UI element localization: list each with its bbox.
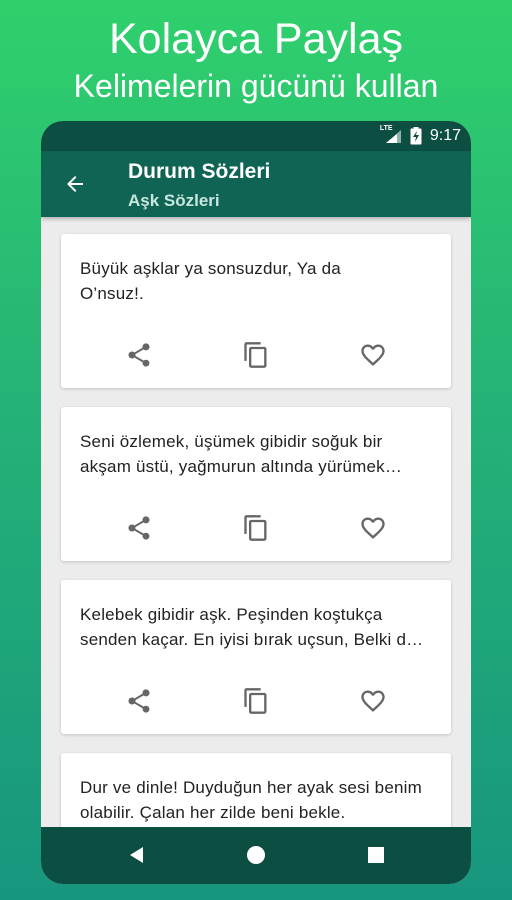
share-icon[interactable]: [125, 687, 153, 715]
copy-icon[interactable]: [242, 341, 270, 369]
card-actions: [61, 514, 451, 542]
quote-text: Dur ve dinle! Duyduğun her ayak sesi ben…: [80, 778, 422, 822]
back-arrow-icon[interactable]: [63, 172, 87, 196]
promo-subtitle: Kelimelerin gücünü kullan: [73, 68, 439, 104]
quote-card[interactable]: Dur ve dinle! Duyduğun her ayak sesi ben…: [61, 753, 451, 827]
navigation-bar: [41, 827, 471, 884]
share-icon[interactable]: [125, 341, 153, 369]
nav-back-icon[interactable]: [126, 844, 148, 866]
card-actions: [61, 687, 451, 715]
copy-icon[interactable]: [242, 514, 270, 542]
nav-home-icon[interactable]: [245, 844, 267, 866]
lte-signal-icon: LTE: [380, 125, 402, 144]
card-actions: [61, 341, 451, 369]
favorite-icon[interactable]: [359, 687, 387, 715]
favorite-icon[interactable]: [359, 514, 387, 542]
share-icon[interactable]: [125, 514, 153, 542]
clock: 9:17: [429, 127, 461, 144]
status-bar: LTE 9:17: [41, 121, 471, 151]
quote-list[interactable]: Büyük aşklar ya sonsuzdur, Ya da O’nsuz!…: [41, 217, 471, 827]
promo-title: Kolayca Paylaş: [109, 15, 403, 63]
phone-frame: LTE 9:17 Durum Sözleri Aşk Sözleri Büyük…: [41, 121, 471, 884]
promo-header: Kolayca Paylaş Kelimelerin gücünü kullan: [0, 14, 512, 106]
copy-icon[interactable]: [242, 687, 270, 715]
nav-recents-icon[interactable]: [365, 844, 387, 866]
page-subtitle: Aşk Sözleri: [128, 191, 220, 210]
quote-text: Seni özlemek, üşümek gibidir soğuk bir a…: [80, 432, 385, 476]
quote-text: Büyük aşklar ya sonsuzdur, Ya da O’nsuz!…: [80, 259, 341, 303]
app-bar: Durum Sözleri Aşk Sözleri: [41, 151, 471, 217]
battery-charging-icon: [410, 127, 422, 145]
quote-card[interactable]: Büyük aşklar ya sonsuzdur, Ya da O’nsuz!…: [61, 234, 451, 388]
quote-card[interactable]: Kelebek gibidir aşk. Peşinden koştukça s…: [61, 580, 451, 734]
favorite-icon[interactable]: [359, 341, 387, 369]
page-title: Durum Sözleri: [128, 160, 271, 183]
quote-card[interactable]: Seni özlemek, üşümek gibidir soğuk bir a…: [61, 407, 451, 561]
quote-text: Kelebek gibidir aşk. Peşinden koştukça s…: [80, 605, 416, 649]
